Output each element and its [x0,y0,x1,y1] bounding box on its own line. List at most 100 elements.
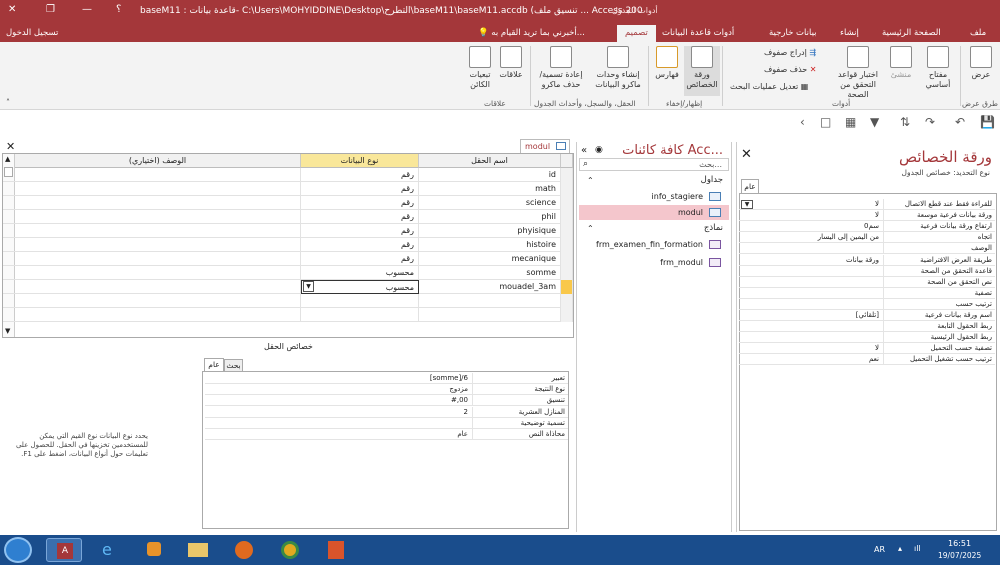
table-row[interactable]: رقم mecanique [3,252,573,266]
table-row[interactable]: رقم histoire [3,238,573,252]
table-row[interactable]: رقم math [3,182,573,196]
property-value[interactable]: ورقة بيانات [739,255,883,266]
row-selector[interactable] [561,196,573,210]
field-name-cell[interactable]: phil [419,210,561,224]
tray-expand-icon[interactable]: ▴ [898,544,902,553]
primary-key-button[interactable]: مفتاح أساسي [918,46,958,90]
property-row[interactable]: تصفية [739,287,995,299]
property-row[interactable]: قاعدة التحقق من الصحة [739,265,995,277]
field-property-row[interactable]: تسمية توضيحية [205,417,568,429]
network-icon[interactable]: ıll [914,544,921,553]
nav-item-table[interactable]: info_stagiere [579,189,729,204]
data-type-cell[interactable]: رقم [301,210,419,224]
scroll-up-icon[interactable]: ▲ [5,155,10,163]
document-tab-modul[interactable]: modul [520,139,570,153]
indexes-button[interactable]: فهارس [652,46,682,80]
data-type-cell[interactable]: رقم [301,252,419,266]
row-selector[interactable] [561,280,573,294]
view-button[interactable]: عرض [964,46,998,80]
window-close-button[interactable]: ✕ [8,4,16,15]
property-value[interactable]: لا [739,210,883,221]
nav-group-forms[interactable]: ⌃ نماذج [579,222,729,235]
dropdown-arrow-icon[interactable]: ▼ [741,200,753,209]
row-selector[interactable] [561,210,573,224]
nav-search-box[interactable]: ⌕ بحث... [579,158,729,171]
field-name-cell[interactable] [419,308,561,322]
property-row[interactable]: طريقة العرض الافتراضية ورقة بيانات [739,254,995,266]
field-property-row[interactable]: نوع النتيجة مزدوج [205,384,568,396]
property-row[interactable]: للقراءة فقط عند قطع الاتصال لا [739,199,995,210]
datasheet-icon[interactable]: ▦ [845,115,856,129]
modify-lookups-button[interactable]: تعديل عمليات البحث ▦ [730,82,808,91]
nav-item-form[interactable]: frm_examen_fin_formation [579,237,729,252]
field-name-cell[interactable]: id [419,168,561,182]
property-row[interactable]: ترتيب حسب تشغيل التحميل نعم [739,354,995,366]
property-row[interactable]: ترتيب حسب [739,298,995,310]
property-value[interactable]: لا [739,199,883,210]
builder-button[interactable]: منشئ [886,46,916,80]
window-restore-button[interactable]: ❐ [46,4,55,15]
undo-icon[interactable]: ↶ [955,115,965,129]
property-value[interactable]: لا [739,343,883,354]
property-row[interactable]: ورقة بيانات فرعية موسعة لا [739,210,995,222]
delete-rows-button[interactable]: حذف صفوف ✕ [764,65,817,74]
data-type-cell[interactable]: محسوب [301,266,419,280]
property-row[interactable]: ربط الحقول الرئيسية [739,332,995,344]
data-type-cell[interactable] [301,308,419,322]
field-property-value[interactable]: [somme]/6 [205,373,472,384]
data-type-cell[interactable]: رقم [301,196,419,210]
property-row[interactable]: تصفية حسب التحميل لا [739,343,995,355]
field-name-cell[interactable]: somme [419,266,561,280]
data-type-cell[interactable]: رقم [301,168,419,182]
data-type-cell[interactable]: رقم [301,182,419,196]
property-value[interactable]: [تلقائي] [739,310,883,321]
sort-icon[interactable]: ⇅ [900,115,910,129]
save-icon[interactable]: 💾 [980,115,995,129]
nav-group-tables[interactable]: ⌃ جداول [579,174,729,187]
row-selector[interactable] [561,168,573,182]
redo-icon[interactable]: ↷ [925,115,935,129]
description-cell[interactable] [15,224,301,238]
taskbar-media[interactable] [136,538,172,562]
row-selector[interactable] [561,238,573,252]
field-name-cell[interactable]: math [419,182,561,196]
row-selector[interactable] [561,252,573,266]
nav-item-form[interactable]: frm_modul [579,255,729,270]
tab-external-data[interactable]: بيانات خارجية [769,28,817,38]
field-name-cell[interactable] [419,294,561,308]
clock-date[interactable]: 19/07/2025 [938,551,981,560]
property-sheet-tab-general[interactable]: عام [741,179,759,193]
clock-time[interactable]: 16:51 [948,539,971,548]
table-row[interactable] [3,308,573,322]
help-button[interactable]: ؟ [116,4,121,15]
property-value[interactable]: 0سم [739,221,883,232]
table-row[interactable] [3,294,573,308]
collapse-ribbon-icon[interactable]: ˄ [6,98,10,107]
tab-create[interactable]: إنشاء [840,28,859,38]
tab-home[interactable]: الصفحة الرئيسية [882,28,941,38]
nav-collapse-icon[interactable]: « [581,145,587,156]
property-sheet-button[interactable]: ورقة الخصائص [684,46,720,96]
field-name-cell[interactable]: histoire [419,238,561,252]
taskbar-chrome[interactable] [272,538,308,562]
row-selector[interactable] [561,294,573,308]
language-indicator[interactable]: AR [874,545,885,554]
nav-menu-icon[interactable]: ◉ [595,145,603,155]
taskbar-firefox[interactable] [226,538,262,562]
row-selector[interactable] [561,224,573,238]
test-validation-button[interactable]: اختبار قواعد التحقق من الصحة [830,46,886,100]
property-row[interactable]: الوصف [739,243,995,255]
property-row[interactable]: ربط الحقول التابعة [739,321,995,333]
field-property-row[interactable]: محاذاة النص عام [205,429,568,440]
object-dependencies-button[interactable]: تبعيات الكائن [464,46,496,90]
tab-field-lookup[interactable]: بحث [224,359,243,371]
field-property-value[interactable]: #,00 [205,395,472,406]
signin-link[interactable]: تسجيل الدخول [6,28,58,38]
taskbar-app[interactable] [318,538,354,562]
create-data-macros-button[interactable]: إنشاء وحدات ماكرو البيانات [590,46,646,90]
insert-rows-button[interactable]: إدراج صفوف ⇶ [764,48,816,57]
property-row[interactable]: نص التحقق من الصحة [739,276,995,288]
row-selector[interactable] [561,266,573,280]
table-row[interactable]: رقم science [3,196,573,210]
filter-icon[interactable]: ▼ [870,115,879,129]
